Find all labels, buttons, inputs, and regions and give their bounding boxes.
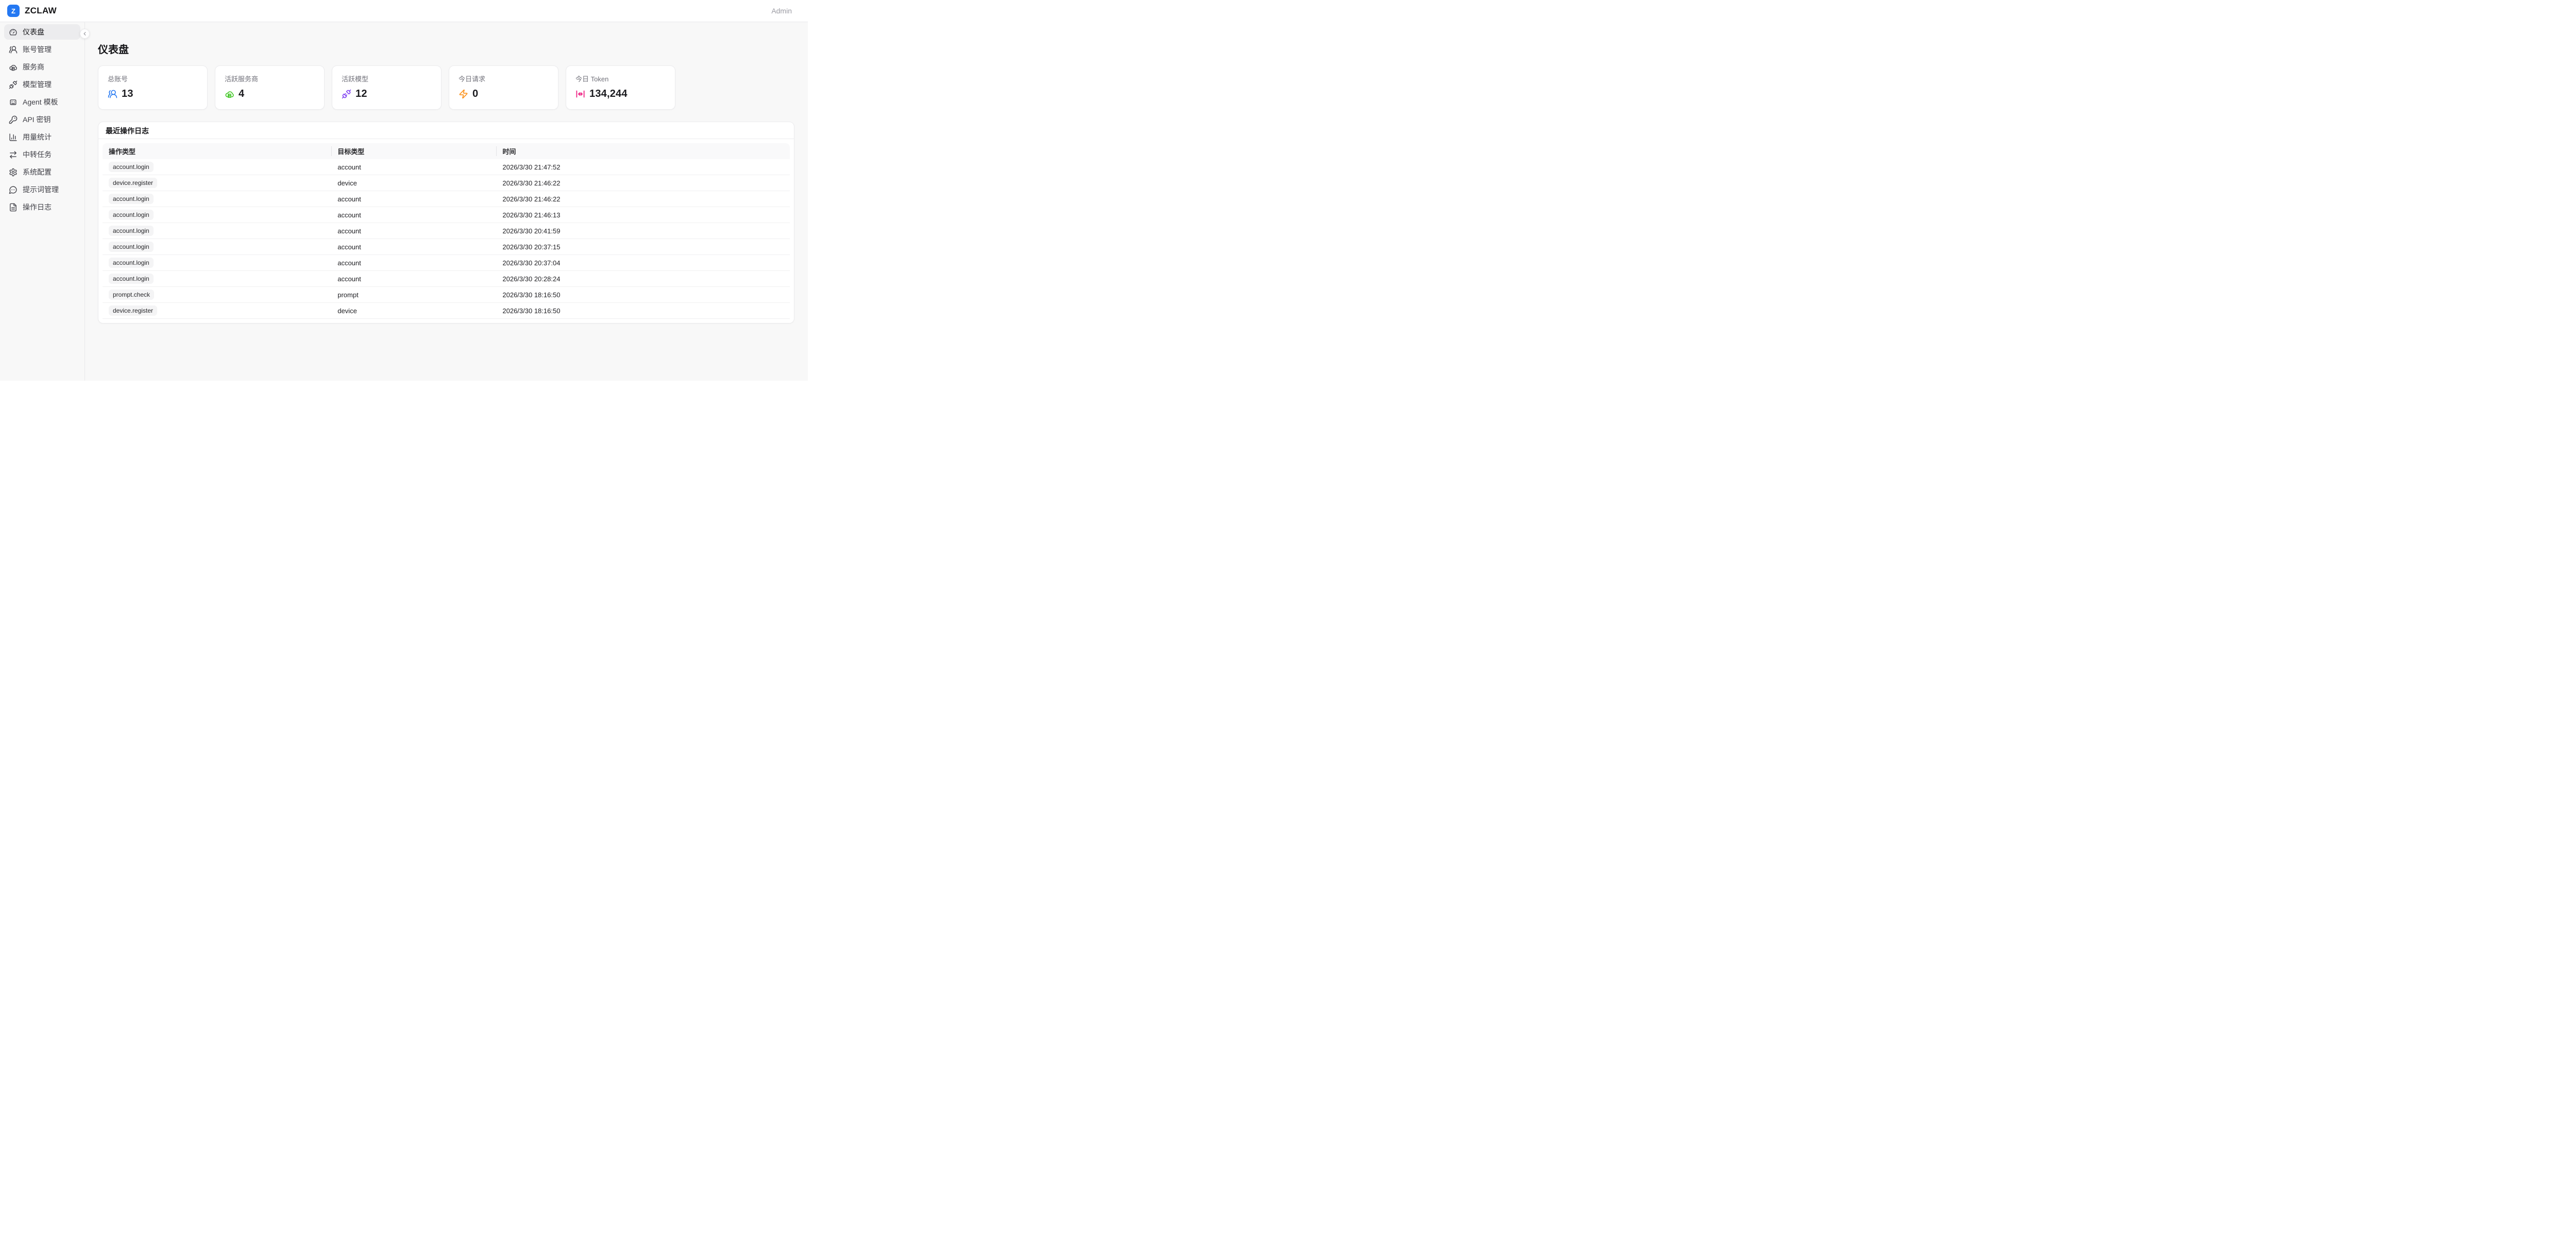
- action-type-badge: account.login: [109, 194, 154, 204]
- logs-table-body: account.login account 2026/3/30 21:47:52…: [103, 159, 790, 319]
- stat-value: 134,244: [589, 88, 628, 100]
- time-cell: 2026/3/30 18:16:50: [496, 287, 790, 303]
- target-type-cell: device: [331, 175, 496, 191]
- time-cell: 2026/3/30 21:46:22: [496, 191, 790, 207]
- app-logo: Z: [7, 5, 20, 17]
- cloud-server-icon: [9, 63, 18, 72]
- logs-table-header-row: 操作类型 目标类型 时间: [103, 143, 790, 159]
- column-header-action-type: 操作类型: [103, 143, 331, 159]
- action-type-badge: device.register: [109, 305, 157, 316]
- target-type-cell: device: [331, 303, 496, 319]
- sidebar-item-relay-tasks[interactable]: 中转任务: [4, 147, 80, 162]
- table-row: device.register device 2026/3/30 18:16:5…: [103, 303, 790, 319]
- action-type-badge: prompt.check: [109, 290, 154, 300]
- stat-value: 13: [122, 88, 133, 100]
- logs-table: 操作类型 目标类型 时间 account.login account 2026/…: [103, 143, 790, 319]
- time-cell: 2026/3/30 20:41:59: [496, 223, 790, 239]
- action-type-badge: device.register: [109, 178, 157, 188]
- time-cell: 2026/3/30 21:46:22: [496, 175, 790, 191]
- target-type-cell: account: [331, 191, 496, 207]
- table-row: account.login account 2026/3/30 21:46:22: [103, 191, 790, 207]
- logo-letter: Z: [11, 7, 15, 15]
- sidebar-item-prompts[interactable]: 提示词管理: [4, 182, 80, 197]
- time-cell: 2026/3/30 20:37:04: [496, 255, 790, 271]
- table-row: account.login account 2026/3/30 20:37:15: [103, 239, 790, 255]
- table-row: prompt.check prompt 2026/3/30 18:16:50: [103, 287, 790, 303]
- bar-chart-icon: [9, 133, 18, 142]
- action-type-badge: account.login: [109, 242, 154, 252]
- main-content: 仪表盘 总账号 13 活跃服务商 4 活跃模型 12 今日请求 0 今日 Tok…: [85, 22, 808, 381]
- stat-card-total-accounts: 总账号 13: [98, 65, 208, 110]
- action-type-badge: account.login: [109, 274, 154, 284]
- time-cell: 2026/3/30 21:46:13: [496, 207, 790, 223]
- target-type-cell: account: [331, 239, 496, 255]
- sidebar-item-dashboard[interactable]: 仪表盘: [4, 24, 80, 40]
- sidebar-nav: 仪表盘 账号管理 服务商 模型管理 Agent 模板 API 密钥 用量统计 中…: [4, 24, 80, 215]
- logs-panel: 最近操作日志 操作类型 目标类型 时间 account.login: [98, 122, 794, 323]
- stat-card-today-tokens: 今日 Token 134,244: [566, 65, 675, 110]
- table-row: device.register device 2026/3/30 21:46:2…: [103, 175, 790, 191]
- sidebar-item-system-config[interactable]: 系统配置: [4, 164, 80, 180]
- key-icon: [9, 115, 18, 124]
- action-type-badge: account.login: [109, 210, 154, 220]
- page-title: 仪表盘: [98, 43, 794, 57]
- sidebar-item-accounts[interactable]: 账号管理: [4, 42, 80, 57]
- stat-card-today-requests: 今日请求 0: [449, 65, 558, 110]
- action-type-badge: account.login: [109, 226, 154, 236]
- target-type-cell: prompt: [331, 287, 496, 303]
- app-window: Z ZCLAW Admin 仪表盘 账号管理 服务商 模型管理 Agent 模板…: [0, 0, 808, 381]
- time-cell: 2026/3/30 20:37:15: [496, 239, 790, 255]
- target-type-cell: account: [331, 207, 496, 223]
- stat-value: 12: [355, 88, 367, 100]
- token-width-icon: [575, 89, 585, 99]
- time-cell: 2026/3/30 20:28:24: [496, 271, 790, 287]
- sidebar-item-models[interactable]: 模型管理: [4, 77, 80, 92]
- sidebar: 仪表盘 账号管理 服务商 模型管理 Agent 模板 API 密钥 用量统计 中…: [0, 22, 85, 381]
- sidebar-item-usage-stats[interactable]: 用量统计: [4, 129, 80, 145]
- unplug-icon: [342, 89, 351, 99]
- unplug-icon: [9, 80, 18, 89]
- table-row: account.login account 2026/3/30 20:41:59: [103, 223, 790, 239]
- users-icon: [9, 45, 18, 54]
- stat-card-active-providers: 活跃服务商 4: [215, 65, 325, 110]
- users-icon: [108, 89, 117, 99]
- time-cell: 2026/3/30 18:16:50: [496, 303, 790, 319]
- stat-card-active-models: 活跃模型 12: [332, 65, 442, 110]
- target-type-cell: account: [331, 271, 496, 287]
- arrows-swap-icon: [9, 150, 18, 159]
- logs-panel-title: 最近操作日志: [98, 122, 794, 139]
- cloud-server-icon: [225, 89, 234, 99]
- sidebar-item-agent-templates[interactable]: Agent 模板: [4, 94, 80, 110]
- action-type-badge: account.login: [109, 162, 154, 172]
- table-row: account.login account 2026/3/30 20:28:24: [103, 271, 790, 287]
- target-type-cell: account: [331, 223, 496, 239]
- user-menu[interactable]: Admin: [771, 7, 792, 15]
- stat-value: 4: [239, 88, 244, 100]
- app-title: ZCLAW: [25, 6, 57, 16]
- target-type-cell: account: [331, 159, 496, 175]
- sidebar-item-operation-logs[interactable]: 操作日志: [4, 199, 80, 215]
- action-type-badge: account.login: [109, 258, 154, 268]
- gear-icon: [9, 168, 18, 177]
- app-header: Z ZCLAW Admin: [0, 0, 808, 22]
- gauge-icon: [9, 28, 18, 37]
- chevron-left-icon: [82, 31, 88, 37]
- sidebar-collapse-button[interactable]: [80, 29, 90, 39]
- time-cell: 2026/3/30 21:47:52: [496, 159, 790, 175]
- file-text-icon: [9, 203, 18, 212]
- sidebar-item-providers[interactable]: 服务商: [4, 59, 80, 75]
- zap-icon: [459, 89, 468, 99]
- column-header-target-type: 目标类型: [331, 143, 496, 159]
- table-row: account.login account 2026/3/30 20:37:04: [103, 255, 790, 271]
- table-row: account.login account 2026/3/30 21:46:13: [103, 207, 790, 223]
- message-dots-icon: [9, 185, 18, 194]
- sidebar-item-api-keys[interactable]: API 密钥: [4, 112, 80, 127]
- bot-icon: [9, 98, 18, 107]
- stats-row: 总账号 13 活跃服务商 4 活跃模型 12 今日请求 0 今日 Token 1…: [98, 65, 794, 110]
- target-type-cell: account: [331, 255, 496, 271]
- table-row: account.login account 2026/3/30 21:47:52: [103, 159, 790, 175]
- stat-value: 0: [472, 88, 478, 100]
- column-header-time: 时间: [496, 143, 790, 159]
